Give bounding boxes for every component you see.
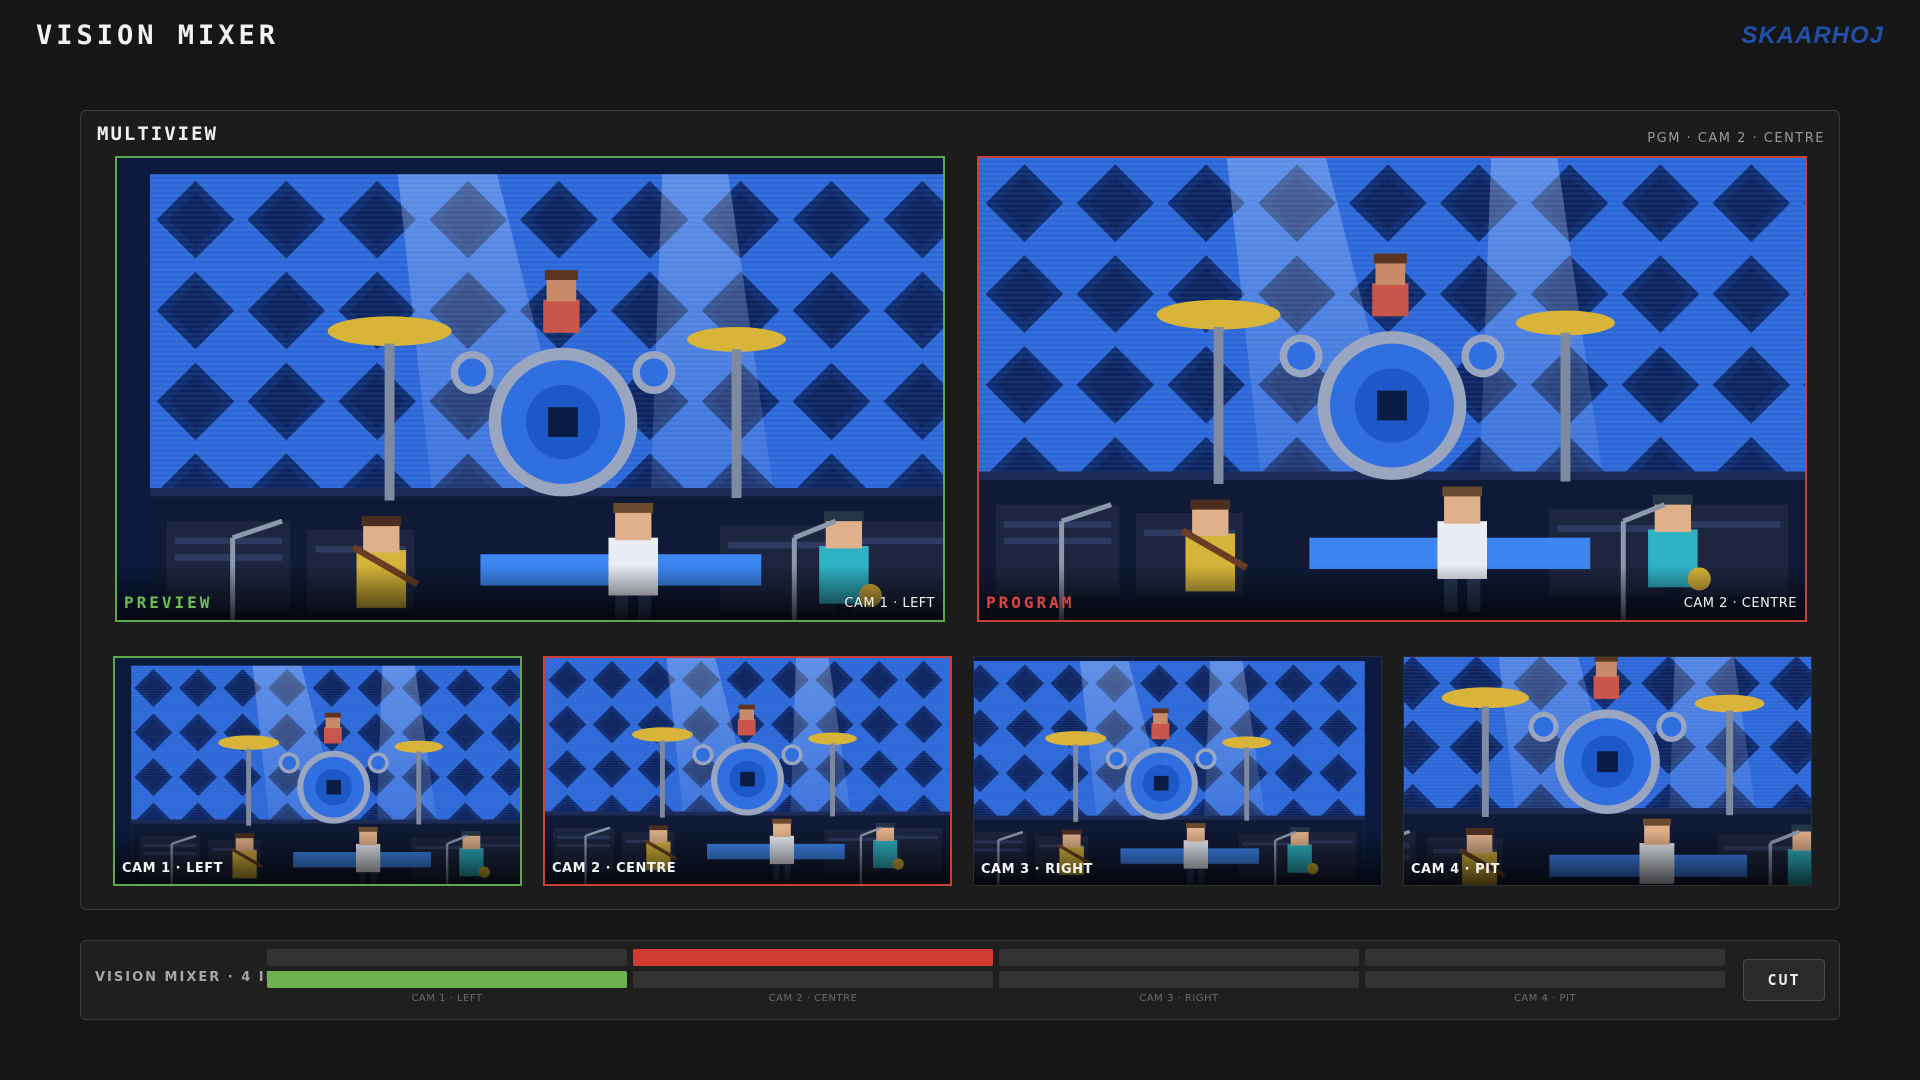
bus-column-cam-3: CAM 3 · RIGHT xyxy=(999,949,1359,1009)
bus-title: VISION MIXER · 4 IN xyxy=(95,970,279,985)
program-camera-label: CAM 2 · CENTRE xyxy=(1683,596,1797,611)
preview-tally-label: PREVIEW xyxy=(124,593,213,612)
cam-2-label: CAM 2 · CENTRE xyxy=(552,861,677,876)
preview-camera-label: CAM 1 · LEFT xyxy=(844,596,935,611)
preview-shade xyxy=(117,565,943,620)
bus-column-cam-2: CAM 2 · CENTRE xyxy=(633,949,993,1009)
program-monitor[interactable]: PROGRAM CAM 2 · CENTRE xyxy=(977,156,1807,622)
preview-video xyxy=(117,158,943,620)
preview-bus-button-cam-3[interactable] xyxy=(999,971,1359,988)
cam-3-label: CAM 3 · RIGHT xyxy=(981,862,1093,877)
program-status: PGM · CAM 2 · CENTRE xyxy=(1647,131,1825,146)
input-monitor-cam-4[interactable]: CAM 4 · PIT xyxy=(1403,656,1812,886)
preview-bus-button-cam-4[interactable] xyxy=(1365,971,1725,988)
input-monitor-cam-3[interactable]: CAM 3 · RIGHT xyxy=(973,656,1382,886)
bus-source-label: CAM 1 · LEFT xyxy=(411,993,483,1004)
program-shade xyxy=(979,565,1805,620)
cam-4-label: CAM 4 · PIT xyxy=(1411,862,1500,877)
bus-source-label: CAM 3 · RIGHT xyxy=(1139,993,1219,1004)
multiview-panel: MULTIVIEW PGM · CAM 2 · CENTRE PREVIEW C… xyxy=(80,110,1840,910)
program-bus-button-cam-2[interactable] xyxy=(633,949,993,966)
preview-bus-button-cam-2[interactable] xyxy=(633,971,993,988)
input-monitor-cam-1[interactable]: CAM 1 · LEFT xyxy=(113,656,522,886)
program-bus-button-cam-1[interactable] xyxy=(267,949,627,966)
bus-source-label: CAM 4 · PIT xyxy=(1513,993,1577,1004)
program-tally-label: PROGRAM xyxy=(986,593,1075,612)
brand-logo: SKAARHOJ xyxy=(1741,22,1884,49)
cam-1-label: CAM 1 · LEFT xyxy=(122,861,224,876)
program-bus-button-cam-3[interactable] xyxy=(999,949,1359,966)
preview-monitor[interactable]: PREVIEW CAM 1 · LEFT xyxy=(115,156,945,622)
cut-button[interactable]: CUT xyxy=(1743,959,1825,1001)
bus-column-cam-4: CAM 4 · PIT xyxy=(1365,949,1725,1009)
bus-column-cam-1: CAM 1 · LEFT xyxy=(267,949,627,1009)
bus-panel: VISION MIXER · 4 IN CAM 1 · LEFT CAM 2 ·… xyxy=(80,940,1840,1020)
app-title: VISION MIXER xyxy=(36,20,280,51)
preview-bus-button-cam-1[interactable] xyxy=(267,971,627,988)
program-video xyxy=(979,158,1805,620)
bus-source-label: CAM 2 · CENTRE xyxy=(768,993,858,1004)
multiview-title: MULTIVIEW xyxy=(97,123,218,145)
input-monitor-cam-2[interactable]: CAM 2 · CENTRE xyxy=(543,656,952,886)
program-bus-button-cam-4[interactable] xyxy=(1365,949,1725,966)
